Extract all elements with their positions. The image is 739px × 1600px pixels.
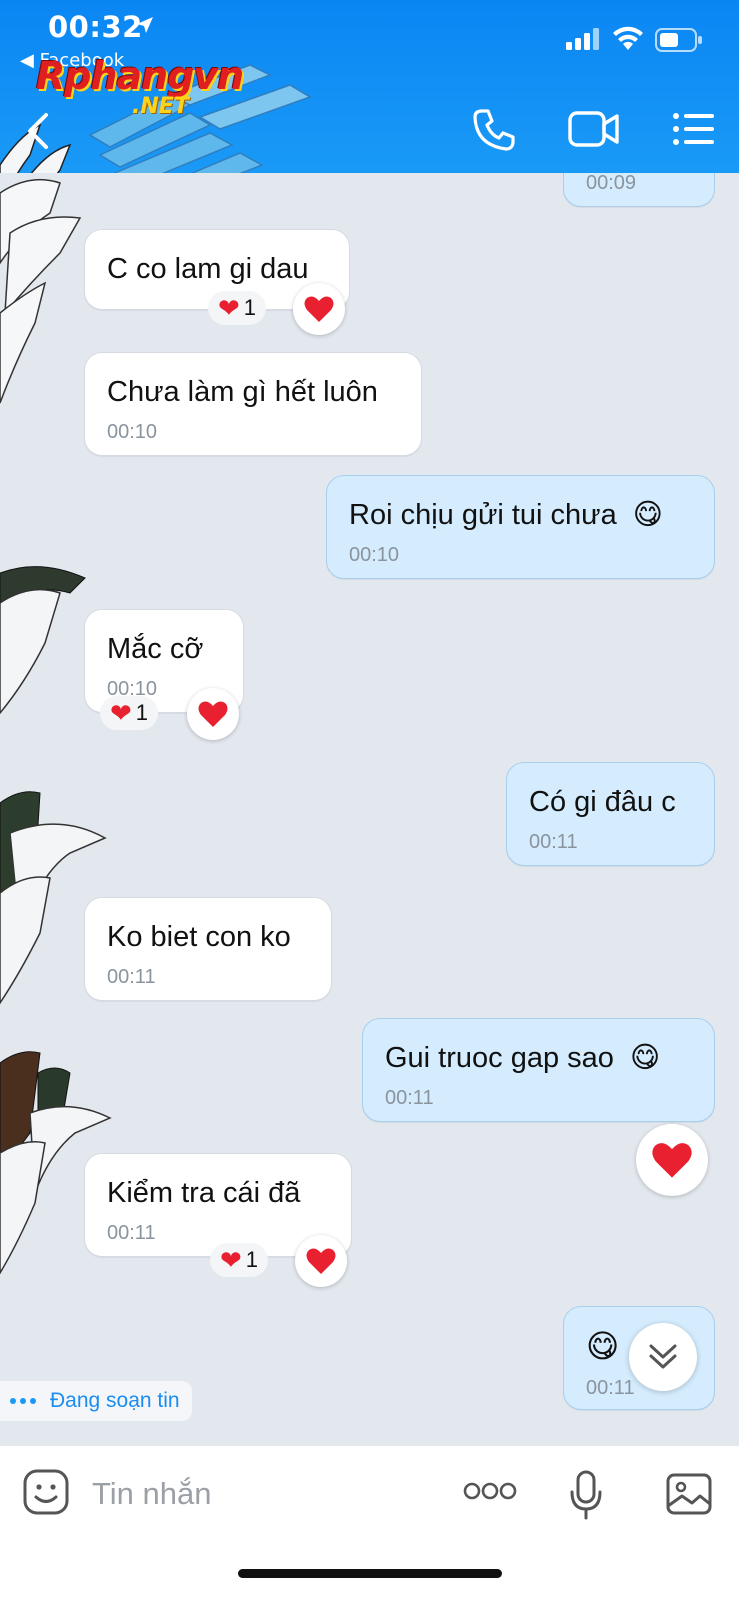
message-text: Ko biet con ko bbox=[107, 921, 291, 953]
chat-header: 00:32 ◀ Facebook Rphangvn .NET bbox=[0, 0, 739, 173]
composer-bar bbox=[0, 1445, 739, 1600]
outgoing-message[interactable]: Roi chịu gửi tui chưa 😋 00:10 bbox=[326, 475, 715, 579]
outgoing-message[interactable]: 00:09 bbox=[563, 173, 715, 207]
phone-icon[interactable] bbox=[472, 108, 516, 152]
heart-icon: ❤ bbox=[220, 1244, 242, 1275]
heart-icon: ❤ bbox=[218, 292, 240, 323]
incoming-message[interactable]: Ko biet con ko 00:11 bbox=[84, 897, 332, 1001]
watermark-logo: Rphangvn .NET bbox=[36, 54, 244, 119]
video-camera-icon[interactable] bbox=[568, 110, 620, 148]
heart-icon bbox=[306, 1248, 336, 1274]
emoji-yum: 😋 bbox=[586, 1328, 620, 1364]
react-button[interactable] bbox=[293, 283, 345, 335]
decorative-sticker-graphic bbox=[0, 178, 112, 1275]
typing-indicator: Đang soạn tin bbox=[0, 1381, 192, 1421]
message-text: Mắc cỡ bbox=[107, 633, 204, 665]
cellular-signal-icon bbox=[566, 28, 599, 50]
reaction-count: 1 bbox=[243, 295, 257, 320]
reaction-count-badge[interactable]: ❤ 1 bbox=[208, 291, 267, 325]
emoji-yum: 😋 bbox=[632, 499, 664, 531]
location-arrow-icon bbox=[137, 17, 153, 33]
reaction-count-badge[interactable]: ❤ 1 bbox=[100, 696, 159, 730]
more-options-icon[interactable] bbox=[463, 1480, 517, 1502]
status-time: 00:32 bbox=[48, 10, 143, 44]
heart-icon: ❤ bbox=[110, 697, 132, 728]
reaction-count-badge[interactable]: ❤ 1 bbox=[210, 1243, 269, 1277]
message-time: 00:10 bbox=[107, 421, 158, 443]
message-text: Kiểm tra cái đã bbox=[107, 1177, 301, 1209]
watermark-sub-text: .NET bbox=[132, 94, 189, 119]
wifi-icon bbox=[613, 26, 643, 50]
image-gallery-icon[interactable] bbox=[665, 1472, 713, 1516]
react-button[interactable] bbox=[295, 1235, 347, 1287]
heart-icon bbox=[652, 1143, 692, 1178]
typing-text: Đang soạn tin bbox=[50, 1389, 180, 1412]
message-time: 00:11 bbox=[107, 966, 156, 988]
heart-icon bbox=[304, 296, 334, 322]
message-text: C co lam gi dau bbox=[107, 253, 309, 285]
message-text: Roi chịu gửi tui chưa bbox=[349, 499, 617, 531]
sticker-emoji-icon[interactable] bbox=[22, 1468, 70, 1516]
message-time: 00:11 bbox=[107, 1222, 156, 1244]
react-button[interactable] bbox=[636, 1124, 708, 1196]
outgoing-message[interactable]: Có gi đâu c 00:11 bbox=[506, 762, 715, 866]
home-indicator[interactable] bbox=[238, 1569, 502, 1578]
watermark-main-text: Rphangvn bbox=[36, 54, 244, 98]
back-chevron-icon[interactable] bbox=[26, 112, 50, 150]
message-time: 00:11 bbox=[385, 1087, 434, 1109]
message-list[interactable]: 00:09 C co lam gi dau ❤ 1 Chưa làm gì hế… bbox=[0, 173, 739, 1445]
scroll-to-bottom-button[interactable] bbox=[629, 1323, 697, 1391]
message-time: 00:10 bbox=[349, 544, 400, 566]
reaction-count: 1 bbox=[245, 1247, 259, 1272]
message-text: Có gi đâu c bbox=[529, 786, 676, 818]
double-chevron-down-icon bbox=[649, 1344, 677, 1369]
message-text: Gui truoc gap sao bbox=[385, 1042, 614, 1074]
heart-icon bbox=[198, 701, 228, 727]
incoming-message[interactable]: Chưa làm gì hết luôn 00:10 bbox=[84, 352, 422, 456]
microphone-icon[interactable] bbox=[569, 1470, 603, 1520]
message-text: Chưa làm gì hết luôn bbox=[107, 376, 378, 408]
outgoing-message[interactable]: Gui truoc gap sao 😋 00:11 bbox=[362, 1018, 715, 1122]
reaction-count: 1 bbox=[135, 700, 149, 725]
react-button[interactable] bbox=[187, 688, 239, 740]
message-time: 00:09 bbox=[586, 173, 637, 194]
message-time: 00:11 bbox=[529, 831, 578, 853]
list-menu-icon[interactable] bbox=[673, 112, 715, 146]
message-input[interactable] bbox=[92, 1470, 422, 1518]
typing-dots-icon bbox=[10, 1398, 36, 1404]
emoji-yum: 😋 bbox=[629, 1042, 661, 1074]
battery-icon bbox=[655, 28, 702, 52]
